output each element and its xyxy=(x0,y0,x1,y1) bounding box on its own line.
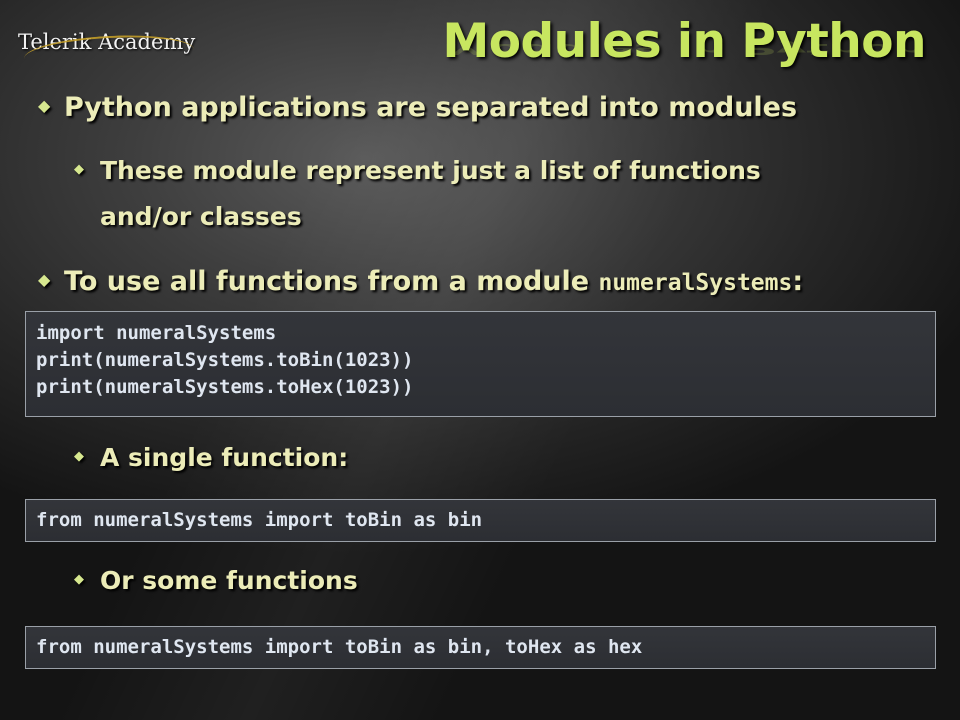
code-block-single-function: from numeralSystems import toBin as bin xyxy=(25,499,936,542)
code-block-some-functions: from numeralSystems import toBin as bin,… xyxy=(25,626,936,669)
bullet-5-text: Or some functions xyxy=(100,566,358,595)
bullet-2: ◆ These module represent just a list of f… xyxy=(74,156,761,185)
bullet-3-text: To use all functions from a module xyxy=(64,266,599,297)
bullet-1-text: Python applications are separated into m… xyxy=(64,92,798,123)
code-line: from numeralSystems import toBin as bin xyxy=(36,509,483,531)
bullet-4: ◆ A single function: xyxy=(74,443,348,472)
bullet-3-code: numeralSystems xyxy=(598,270,793,296)
small-diamond-bullet-icon: ◆ xyxy=(74,161,84,177)
bullet-4-text: A single function: xyxy=(100,443,349,472)
bullet-2-line2: and/or classes xyxy=(100,202,302,231)
code-line: from numeralSystems import toBin as bin,… xyxy=(36,636,643,658)
telerik-academy-logo: Telerik Academy xyxy=(18,30,195,77)
bullet-1: ◆ Python applications are separated into … xyxy=(38,92,797,123)
slide-title-reflection: Modules in Python xyxy=(442,40,926,58)
small-diamond-bullet-icon: ◆ xyxy=(74,571,84,587)
bullet-5: ◆ Or some functions xyxy=(74,566,358,595)
diamond-bullet-icon: ◆ xyxy=(38,270,51,289)
bullet-2-continued: and/or classes xyxy=(100,202,302,231)
bullet-2-line1: These module represent just a list of fu… xyxy=(100,156,761,185)
code-line: import numeralSystems xyxy=(36,322,277,344)
bullet-3-suffix: : xyxy=(792,266,804,297)
bullet-3: ◆ To use all functions from a module nume… xyxy=(38,266,803,297)
code-line: print(numeralSystems.toBin(1023)) xyxy=(36,349,414,371)
small-diamond-bullet-icon: ◆ xyxy=(74,448,84,464)
code-block-import-module: import numeralSystems print(numeralSyste… xyxy=(25,311,936,417)
code-line: print(numeralSystems.toHex(1023)) xyxy=(36,376,414,398)
diamond-bullet-icon: ◆ xyxy=(38,96,51,115)
